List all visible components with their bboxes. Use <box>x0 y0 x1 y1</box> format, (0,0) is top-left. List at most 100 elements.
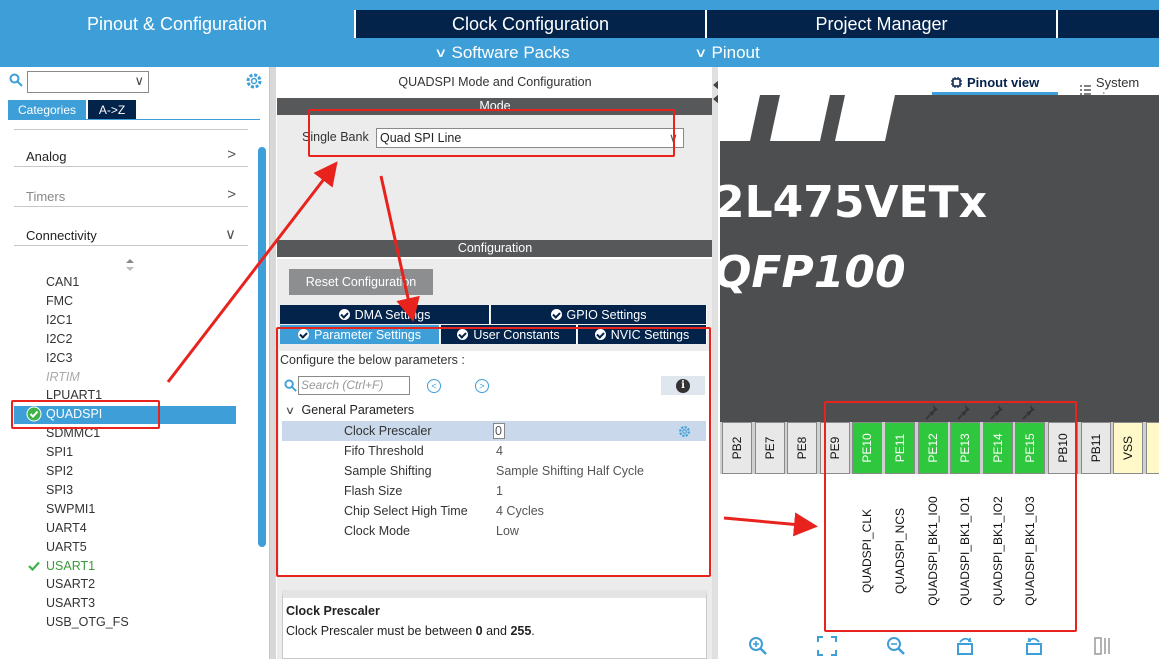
tab-pinout-configuration[interactable]: Pinout & Configuration <box>0 10 354 38</box>
tab-a-z[interactable]: A->Z <box>88 100 136 119</box>
tab-label: Project Manager <box>815 13 948 34</box>
category-analog[interactable]: Analog > <box>14 137 248 167</box>
pin-label: PB2 <box>730 436 744 460</box>
reset-configuration-button[interactable]: Reset Configuration <box>289 269 433 295</box>
chip-icon <box>951 77 962 88</box>
pin-label: PE8 <box>795 436 810 460</box>
peripheral-item[interactable]: UART5 <box>46 540 87 554</box>
tab-label: A->Z <box>98 102 126 117</box>
peripheral-item[interactable]: USB_OTG_FS <box>46 615 129 629</box>
tab-pinout-view[interactable]: Pinout view <box>950 75 1039 90</box>
scrollbar[interactable] <box>258 147 266 547</box>
button-label: Reset Configuration <box>305 275 417 289</box>
fit-screen-icon[interactable] <box>817 636 837 656</box>
pin-pb2[interactable]: PB2 <box>722 422 752 474</box>
tab-dma-settings[interactable]: DMA Settings <box>280 305 490 324</box>
pinout-menu[interactable]: ∨ Pinout <box>694 43 760 63</box>
peripheral-label: CAN1 <box>46 275 80 289</box>
st-logo-icon <box>720 95 895 141</box>
description-min: 0 <box>475 624 483 638</box>
chip-part-number: 2L475VETx <box>720 177 988 228</box>
category-timers[interactable]: Timers > <box>14 177 248 207</box>
split-view-icon[interactable] <box>1093 636 1113 656</box>
chevron-down-icon: ∨ <box>225 226 236 243</box>
menu-label: Software Packs <box>451 43 570 62</box>
peripheral-item[interactable]: I2C1 <box>46 313 72 327</box>
category-label: Analog <box>26 149 67 164</box>
peripheral-item[interactable]: I2C2 <box>46 332 72 346</box>
gear-icon[interactable] <box>245 72 263 90</box>
pin-pe8[interactable]: PE8 <box>787 422 818 474</box>
stm32cubemx-window: Pinout & Configuration Clock Configurati… <box>0 0 1159 659</box>
sub-menu-bar: ∨ Software Packs ∨ Pinout <box>0 38 1159 67</box>
peripheral-item[interactable]: IRTIM <box>46 370 80 384</box>
peripheral-label: I2C1 <box>46 312 73 327</box>
divider <box>8 119 260 120</box>
tab-categories[interactable]: Categories <box>8 100 86 119</box>
peripheral-label: UART4 <box>46 520 87 535</box>
peripheral-item[interactable]: USART2 <box>46 577 95 591</box>
zoom-in-icon[interactable] <box>748 636 768 656</box>
description-fragment: and <box>482 624 511 638</box>
pin-pb11[interactable]: PB11 <box>1080 422 1111 474</box>
peripheral-label: FMC <box>46 293 74 308</box>
pin-label: PB11 <box>1088 433 1103 463</box>
peripheral-item[interactable]: SWPMI1 <box>46 502 95 516</box>
peripheral-label: IRTIM <box>46 369 80 384</box>
chevron-right-icon: > <box>227 186 236 203</box>
tab-clock-configuration[interactable]: Clock Configuration <box>354 10 705 38</box>
configuration-header: Configuration <box>277 240 713 257</box>
peripheral-label: SPI1 <box>46 445 74 460</box>
check-circle-icon <box>338 309 350 320</box>
peripheral-item[interactable]: SPI1 <box>46 445 73 459</box>
chevron-down-icon: ∨ <box>434 45 448 60</box>
peripheral-label: USART3 <box>46 596 96 611</box>
peripheral-item[interactable]: SPI3 <box>46 483 73 497</box>
peripheral-item[interactable]: CAN1 <box>46 275 79 289</box>
annotation-box-mode <box>308 109 675 157</box>
rotate-left-icon[interactable] <box>1024 636 1044 656</box>
pin-label: VSS <box>1121 435 1136 461</box>
tab-project-manager[interactable]: Project Manager <box>705 10 1056 38</box>
software-packs-menu[interactable]: ∨ Software Packs <box>434 43 570 63</box>
zoom-out-icon[interactable] <box>886 636 906 656</box>
pin-vss[interactable]: VSS <box>1113 422 1144 474</box>
check-circle-icon <box>550 309 562 320</box>
categories-panel: ∨ Categories A->Z Analog > Timers > Conn… <box>0 67 270 659</box>
description-fragment: Clock Prescaler must be between <box>286 624 476 638</box>
peripheral-item[interactable]: USART3 <box>46 596 95 610</box>
peripheral-item[interactable]: I2C3 <box>46 351 72 365</box>
pin-label: PE7 <box>762 436 777 460</box>
divider <box>14 129 248 130</box>
peripheral-label: UART5 <box>46 539 87 554</box>
sort-icon[interactable] <box>126 259 134 271</box>
search-input[interactable]: ∨ <box>27 71 149 93</box>
menu-label: Pinout <box>711 43 760 62</box>
rotate-right-icon[interactable] <box>955 636 975 656</box>
chevron-down-icon: ∨ <box>134 73 144 88</box>
pin-pe7[interactable]: PE7 <box>754 422 785 474</box>
search-icon[interactable] <box>9 73 23 87</box>
peripheral-label: SWPMI1 <box>46 501 96 516</box>
annotation-box-parameters <box>276 327 711 577</box>
peripheral-label: USART2 <box>46 577 96 592</box>
peripheral-item[interactable]: UART4 <box>46 521 87 535</box>
peripheral-item[interactable]: SPI2 <box>46 464 73 478</box>
description-title: Clock Prescaler <box>286 604 380 618</box>
category-label: Timers <box>26 189 66 204</box>
tab-label: Clock Configuration <box>451 13 610 34</box>
chevron-right-icon: > <box>227 146 236 163</box>
description-max: 255 <box>510 624 532 638</box>
chip-package: QFP100 <box>720 247 906 298</box>
peripheral-item[interactable]: FMC <box>46 294 73 308</box>
peripheral-label: USB_OTG_FS <box>46 615 129 630</box>
check-icon <box>28 561 40 571</box>
peripheral-item[interactable]: USART1 <box>28 559 95 573</box>
peripheral-label: I2C3 <box>46 350 73 365</box>
tab-tools[interactable] <box>1056 10 1159 38</box>
chevron-down-icon: ∨ <box>694 45 708 60</box>
pin-partial[interactable] <box>1145 422 1159 474</box>
tab-label: GPIO Settings <box>566 307 647 322</box>
category-connectivity[interactable]: Connectivity ∨ <box>14 216 248 246</box>
tab-gpio-settings[interactable]: GPIO Settings <box>491 305 707 324</box>
